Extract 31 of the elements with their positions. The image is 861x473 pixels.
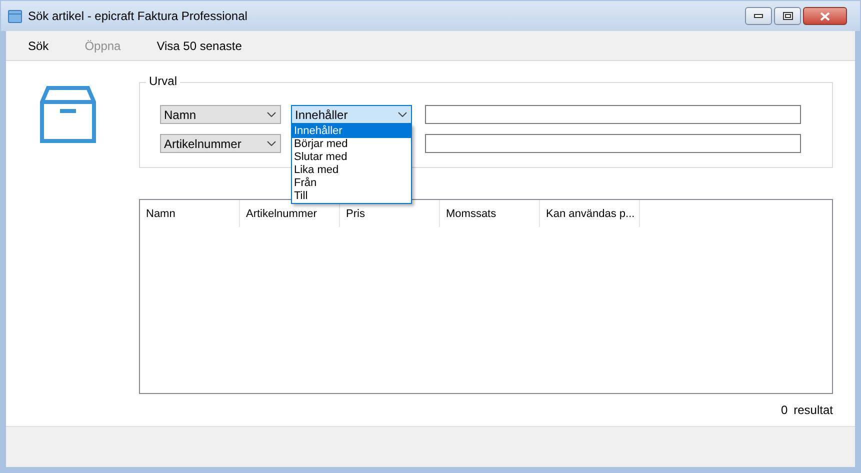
column-header[interactable]: Namn xyxy=(140,200,240,227)
dropdown-option[interactable]: Slutar med xyxy=(292,151,411,164)
chevron-down-icon xyxy=(398,112,407,117)
close-button[interactable] xyxy=(803,7,847,25)
result-count: 0 xyxy=(780,402,788,419)
column-header[interactable]: Artikelnummer xyxy=(240,200,340,227)
minimize-icon xyxy=(754,14,763,18)
restore-icon xyxy=(782,12,792,20)
dropdown-option[interactable]: Lika med xyxy=(292,164,411,177)
dropdown-option[interactable]: Till xyxy=(292,190,411,203)
column-header[interactable]: Kan användas p... xyxy=(540,200,640,227)
group-legend: Urval xyxy=(146,75,180,87)
dropdown[interactable]: Artikelnummer xyxy=(160,134,281,153)
dropdown-option[interactable]: Börjar med xyxy=(292,138,411,151)
text-field[interactable] xyxy=(425,105,801,124)
toolbar-button[interactable]: Sök xyxy=(22,36,55,54)
dropdown-option[interactable]: Innehåller xyxy=(292,125,411,138)
dropdown[interactable]: Namn xyxy=(160,105,281,124)
chevron-down-icon xyxy=(267,141,276,146)
dropdown-option[interactable]: Från xyxy=(292,177,411,190)
column-header[interactable]: Pris xyxy=(340,200,440,227)
close-icon xyxy=(820,12,830,20)
maximize-button[interactable] xyxy=(774,7,801,25)
window-title: Sök artikel - epicraft Faktura Professional xyxy=(28,8,248,25)
dropdown[interactable]: Innehåller xyxy=(291,105,412,124)
minimize-button[interactable] xyxy=(745,7,772,25)
toolbar-button[interactable]: Visa 50 senaste xyxy=(150,36,248,54)
result-label: resultat xyxy=(794,402,833,419)
text-field[interactable] xyxy=(425,134,801,153)
chevron-down-icon xyxy=(267,112,276,117)
column-header[interactable]: Momssats xyxy=(440,200,540,227)
